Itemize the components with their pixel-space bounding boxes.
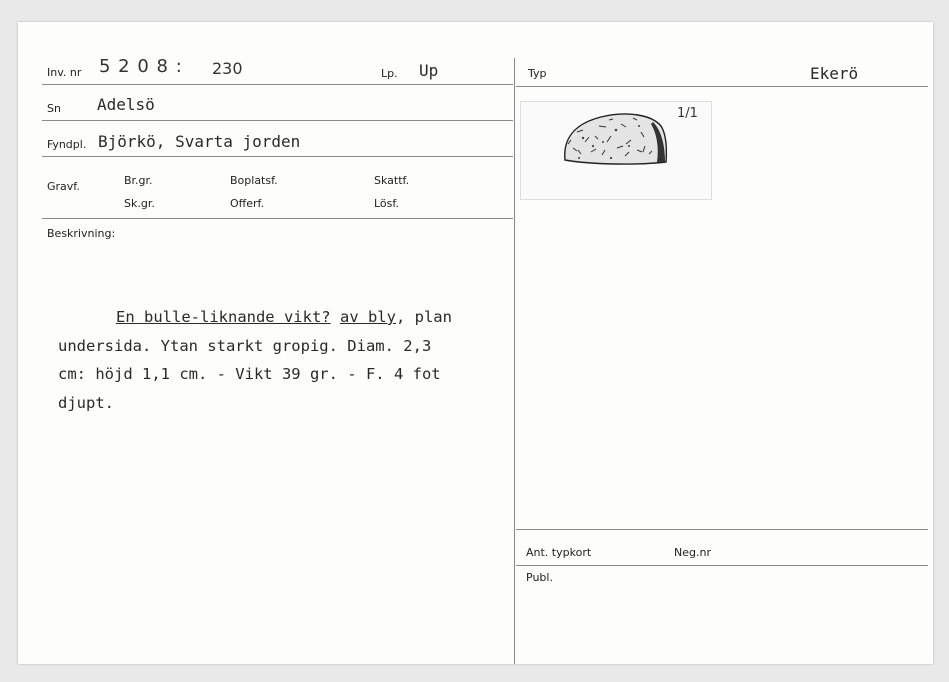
divider-ant-typkort bbox=[516, 529, 928, 530]
lead-weight-sketch: 1/1 bbox=[520, 101, 712, 200]
description-line-1-rest: , plan bbox=[395, 308, 452, 326]
lp-value: Up bbox=[419, 61, 439, 80]
divider-typ bbox=[516, 86, 928, 87]
losf-label: Lösf. bbox=[374, 197, 399, 210]
divider-inv bbox=[42, 84, 513, 85]
inv-nr-sub: 230 bbox=[212, 59, 243, 78]
typ-label: Typ bbox=[528, 67, 547, 80]
sn-label: Sn bbox=[47, 102, 61, 115]
offerf-label: Offerf. bbox=[230, 197, 265, 210]
skattf-label: Skattf. bbox=[374, 174, 410, 187]
fyndpl-value: Björkö, Svarta jorden bbox=[98, 132, 301, 151]
scale-note: 1/1 bbox=[677, 106, 698, 121]
fyndpl-label: Fyndpl. bbox=[47, 138, 87, 151]
typ-value: Ekerö bbox=[810, 64, 859, 83]
divider-fyndpl bbox=[42, 156, 513, 157]
neg-nr-label: Neg.nr bbox=[674, 546, 711, 559]
br-gr-label: Br.gr. bbox=[124, 174, 153, 187]
description-underlined-1: En bulle-liknande vikt? bbox=[116, 308, 331, 326]
description-line-4: djupt. bbox=[58, 393, 114, 412]
inv-nr-main: 5 2 0 8 : bbox=[99, 56, 183, 77]
gravf-label: Gravf. bbox=[47, 180, 80, 193]
description-underlined-2: av bly bbox=[339, 308, 396, 326]
description-line-2: undersida. Ytan starkt gropig. Diam. 2,3 bbox=[58, 336, 432, 355]
lp-label: Lp. bbox=[381, 67, 398, 80]
sn-value: Adelsö bbox=[97, 95, 155, 114]
description-line-1: En bulle-liknande vikt? av bly, plan bbox=[58, 303, 528, 332]
divider-sn bbox=[42, 120, 513, 121]
beskrivning-label: Beskrivning: bbox=[47, 227, 116, 240]
description: En bulle-liknande vikt? av bly, plan und… bbox=[58, 303, 528, 417]
ant-typkort-label: Ant. typkort bbox=[526, 546, 592, 559]
divider-publ bbox=[516, 565, 928, 566]
divider-gravf bbox=[42, 218, 513, 219]
inv-nr-label: Inv. nr bbox=[47, 66, 82, 79]
catalog-card: Inv. nr Lp. Sn Fyndpl. Gravf. Br.gr. Sk.… bbox=[18, 22, 933, 664]
boplatsf-label: Boplatsf. bbox=[230, 174, 278, 187]
publ-label: Publ. bbox=[526, 571, 553, 584]
sk-gr-label: Sk.gr. bbox=[124, 197, 155, 210]
description-line-3: cm: höjd 1,1 cm. - Vikt 39 gr. - F. 4 fo… bbox=[58, 365, 441, 383]
